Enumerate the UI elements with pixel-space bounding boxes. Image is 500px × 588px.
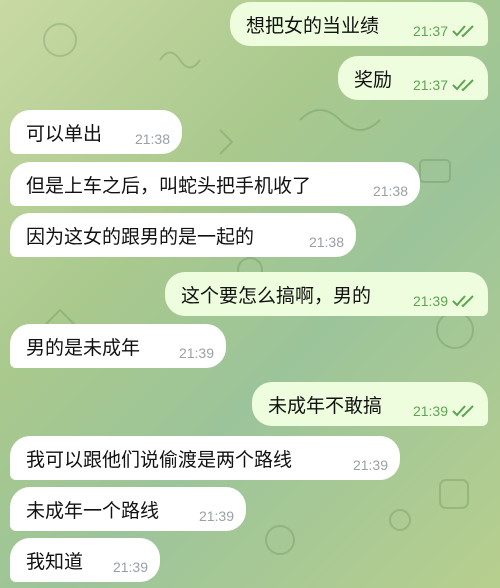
message-bubble-incoming[interactable]: 男的是未成年 21:39 — [10, 324, 226, 368]
message-text: 想把女的当业绩 — [246, 14, 380, 37]
message-text: 男的是未成年 — [26, 336, 141, 359]
message-text: 因为这女的跟男的是一起的 — [26, 225, 255, 248]
message-bubble-outgoing[interactable]: 想把女的当业绩 21:37 — [230, 2, 488, 46]
message-meta: 21:39 — [199, 508, 234, 524]
message-bubble-incoming[interactable]: 可以单出 21:38 — [10, 110, 182, 154]
message-meta: 21:39 — [113, 559, 148, 575]
message-bubble-incoming[interactable]: 但是上车之后，叫蛇头把手机收了 21:38 — [10, 162, 420, 206]
message-bubble-incoming[interactable]: 我可以跟他们说偷渡是两个路线 21:39 — [10, 436, 400, 480]
message-text: 未成年一个路线 — [26, 499, 160, 522]
message-meta: 21:39 — [179, 345, 214, 361]
message-meta: 21:38 — [309, 234, 344, 250]
message-time: 21:39 — [412, 403, 448, 419]
message-time: 21:39 — [198, 508, 234, 524]
message-meta: 21:39 — [413, 403, 476, 419]
message-meta: 21:39 — [413, 293, 476, 309]
message-meta: 21:37 — [413, 77, 476, 93]
message-time: 21:38 — [308, 234, 344, 250]
message-bubble-incoming[interactable]: 因为这女的跟男的是一起的 21:38 — [10, 213, 356, 257]
message-meta: 21:39 — [353, 457, 388, 473]
message-text: 我可以跟他们说偷渡是两个路线 — [26, 448, 293, 471]
message-time: 21:38 — [134, 131, 170, 147]
message-time: 21:38 — [372, 183, 408, 199]
message-text: 未成年不敢搞 — [268, 394, 383, 417]
message-time: 21:37 — [412, 23, 448, 39]
message-text: 这个要怎么搞啊，男的 — [181, 284, 372, 307]
message-bubble-incoming[interactable]: 我知道 21:39 — [10, 538, 160, 582]
double-check-icon — [452, 79, 474, 92]
message-bubble-outgoing[interactable]: 未成年不敢搞 21:39 — [252, 382, 488, 426]
double-check-icon — [452, 405, 474, 418]
message-meta: 21:38 — [373, 183, 408, 199]
message-time: 21:37 — [412, 77, 448, 93]
message-text: 可以单出 — [26, 122, 103, 145]
double-check-icon — [452, 25, 474, 38]
message-time: 21:39 — [178, 345, 214, 361]
message-meta: 21:38 — [135, 131, 170, 147]
message-text: 但是上车之后，叫蛇头把手机收了 — [26, 174, 312, 197]
message-list[interactable]: 想把女的当业绩 21:37 奖励 21:37 可以单出 21:38 但是上车之后… — [0, 0, 500, 588]
double-check-icon — [452, 295, 474, 308]
message-text: 我知道 — [26, 550, 84, 573]
message-bubble-outgoing[interactable]: 这个要怎么搞啊，男的 21:39 — [165, 272, 488, 316]
message-text: 奖励 — [354, 68, 393, 91]
message-bubble-outgoing[interactable]: 奖励 21:37 — [338, 56, 488, 100]
message-time: 21:39 — [112, 559, 148, 575]
message-bubble-incoming[interactable]: 未成年一个路线 21:39 — [10, 487, 246, 531]
message-meta: 21:37 — [413, 23, 476, 39]
message-time: 21:39 — [412, 293, 448, 309]
message-time: 21:39 — [352, 457, 388, 473]
